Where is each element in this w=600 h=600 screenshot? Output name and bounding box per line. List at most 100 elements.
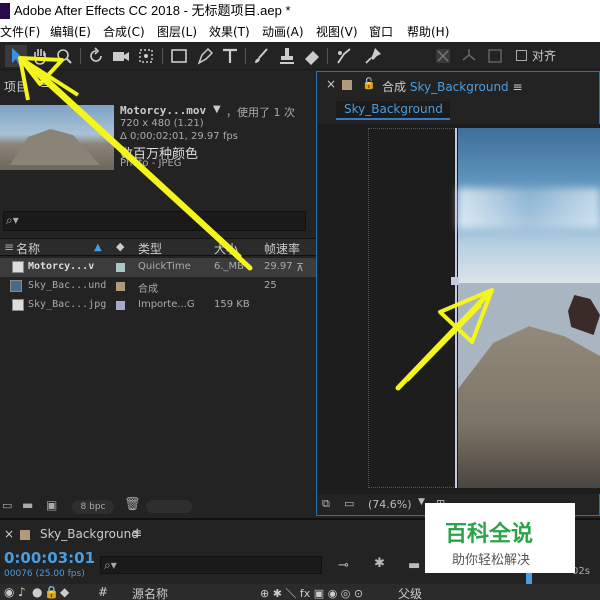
toolbar-separator: [162, 48, 163, 64]
menu-file[interactable]: 文件(F): [0, 22, 40, 42]
roto-brush-icon[interactable]: [333, 45, 355, 67]
shy-layers-icon[interactable]: ▬: [408, 558, 420, 573]
project-item-row[interactable]: Sky_Bac...jpg Importe...G 159 KB: [0, 296, 316, 315]
watermark-subtitle: 助你轻松解决: [452, 553, 531, 568]
pan-behind-icon[interactable]: [135, 45, 157, 67]
zoom-icon[interactable]: [53, 45, 75, 67]
comp-flowchart-icon[interactable]: ⊸: [338, 558, 349, 573]
lock-icon[interactable]: 🔓: [362, 77, 376, 90]
item-name: Motorcy...v: [28, 261, 95, 272]
column-name[interactable]: 名称: [16, 240, 40, 257]
menu-help[interactable]: 帮助(H): [407, 22, 449, 42]
layer-bounding-edge[interactable]: [455, 128, 457, 488]
timeline-tab-sky-background[interactable]: Sky_Background: [40, 527, 139, 541]
sort-ascending-icon[interactable]: ▲: [94, 242, 102, 253]
trash-icon[interactable]: 🗑: [124, 497, 141, 512]
local-axis-icon[interactable]: [432, 45, 454, 67]
close-icon[interactable]: ×: [4, 527, 14, 541]
selection-icon[interactable]: [5, 45, 27, 67]
selected-item-codec: Photo - JPEG: [120, 158, 182, 169]
menu-bar: 文件(F) 编辑(E) 合成(C) 图层(L) 效果(T) 动画(A) 视图(V…: [0, 22, 600, 42]
layer-handle[interactable]: [451, 277, 459, 285]
tools-toolbar: [0, 42, 600, 70]
sky-image-layer[interactable]: [458, 128, 600, 283]
column-parent[interactable]: 父级: [398, 585, 422, 600]
project-search-input[interactable]: [3, 211, 306, 231]
clone-stamp-icon[interactable]: [276, 45, 298, 67]
thumbnail-slider[interactable]: [146, 500, 192, 513]
label-swatch[interactable]: [116, 282, 125, 291]
column-size[interactable]: 大小: [214, 240, 238, 257]
motorcycle-footage-layer[interactable]: [458, 283, 600, 488]
always-preview-icon[interactable]: ⧉: [322, 497, 330, 511]
selected-item-duration: Δ 0;00;02;01, 29.97 fps: [120, 131, 238, 142]
new-composition-icon[interactable]: ▣: [46, 498, 57, 512]
label-swatch[interactable]: [116, 301, 125, 310]
hand-icon[interactable]: [29, 45, 51, 67]
project-panel-title[interactable]: 项目: [4, 78, 28, 95]
brush-icon[interactable]: [250, 45, 272, 67]
timeline-search-input[interactable]: [100, 556, 322, 574]
bit-depth-button[interactable]: 8 bpc: [72, 500, 114, 514]
lock-icon[interactable]: 🔒: [44, 585, 59, 599]
project-item-row[interactable]: Motorcy...v QuickTime 6._MB 29.97 ⊼: [0, 258, 316, 277]
composition-icon: [10, 280, 22, 292]
selected-item-dimensions: 720 x 480 (1.21): [120, 118, 204, 129]
view-axis-icon[interactable]: [484, 45, 506, 67]
interpret-footage-icon[interactable]: ▭: [2, 499, 12, 512]
rectangle-icon[interactable]: [168, 45, 190, 67]
current-time-display[interactable]: 0:00:03:01: [4, 549, 95, 567]
column-layer-number: #: [98, 585, 109, 599]
flowchart-icon[interactable]: ⊼: [296, 261, 304, 274]
selected-item-usage: ，使用了 1 次: [226, 106, 295, 119]
menu-composition[interactable]: 合成(C): [103, 22, 145, 42]
puppet-pin-icon[interactable]: [362, 45, 384, 67]
menu-window[interactable]: 窗口: [369, 22, 393, 42]
item-type: QuickTime: [138, 261, 191, 272]
menu-animation[interactable]: 动画(A): [262, 22, 304, 42]
new-folder-icon[interactable]: ▬: [22, 498, 33, 512]
type-icon[interactable]: [219, 45, 241, 67]
menu-layer[interactable]: 图层(L): [157, 22, 197, 42]
label-tag-icon[interactable]: ◆: [116, 240, 124, 253]
label-swatch[interactable]: [116, 263, 125, 272]
menu-view[interactable]: 视图(V): [316, 22, 358, 42]
project-item-row[interactable]: Sky_Bac...und 合成 25: [0, 277, 316, 296]
menu-effect[interactable]: 效果(T): [209, 22, 250, 42]
magnification-ratio[interactable]: (74.6%): [368, 498, 412, 511]
layer-switches-icons[interactable]: ⊕ ✱ ＼ fx ▣ ◉ ◎ ⊙: [260, 585, 363, 600]
video-toggle-icon[interactable]: ◉: [4, 585, 14, 599]
label-tag-icon[interactable]: ◆: [60, 585, 69, 599]
column-source-name[interactable]: 源名称: [132, 585, 168, 600]
label-column-icon: ≡: [4, 240, 15, 254]
item-fps: 29.97: [264, 261, 293, 272]
item-size: 6._MB: [214, 261, 245, 272]
menu-edit[interactable]: 编辑(E): [50, 22, 91, 42]
chevron-down-icon[interactable]: ▼: [213, 104, 221, 115]
audio-toggle-icon[interactable]: ♪: [18, 585, 26, 599]
world-axis-icon[interactable]: [458, 45, 480, 67]
column-fps[interactable]: 帧速率: [264, 240, 300, 257]
rotate-icon[interactable]: [85, 45, 107, 67]
project-panel-menu-icon[interactable]: ≡: [40, 77, 50, 91]
timeline-column-header: ◉ ♪ ● 🔒 ◆ # 源名称 ⊕ ✱ ＼ fx ▣ ◉ ◎ ⊙ 父级: [0, 584, 600, 600]
comp-label-swatch: [20, 530, 30, 540]
selected-item-name: Motorcy...mov: [120, 104, 207, 117]
eraser-icon[interactable]: [301, 45, 323, 67]
toolbar-separator: [327, 48, 328, 64]
monitor-icon[interactable]: ▭: [344, 497, 354, 510]
draft-3d-icon[interactable]: ✱: [374, 556, 385, 571]
item-name: Sky_Bac...und: [28, 280, 107, 291]
close-icon[interactable]: ×: [326, 77, 336, 91]
timeline-menu-icon[interactable]: ≡: [132, 526, 142, 540]
chevron-down-icon[interactable]: ▼: [418, 497, 425, 507]
align-checkbox[interactable]: [516, 50, 527, 61]
pen-icon[interactable]: [194, 45, 216, 67]
item-type: Importe...G: [138, 299, 195, 310]
tab-sky-background[interactable]: Sky_Background: [336, 101, 450, 120]
camera-icon[interactable]: [110, 45, 132, 67]
column-type[interactable]: 类型: [138, 240, 162, 257]
footage-file-icon: [12, 261, 24, 273]
project-column-header: ≡ 名称 ▲ ◆ 类型 大小 帧速率: [0, 238, 316, 256]
solo-icon[interactable]: ●: [32, 585, 42, 599]
